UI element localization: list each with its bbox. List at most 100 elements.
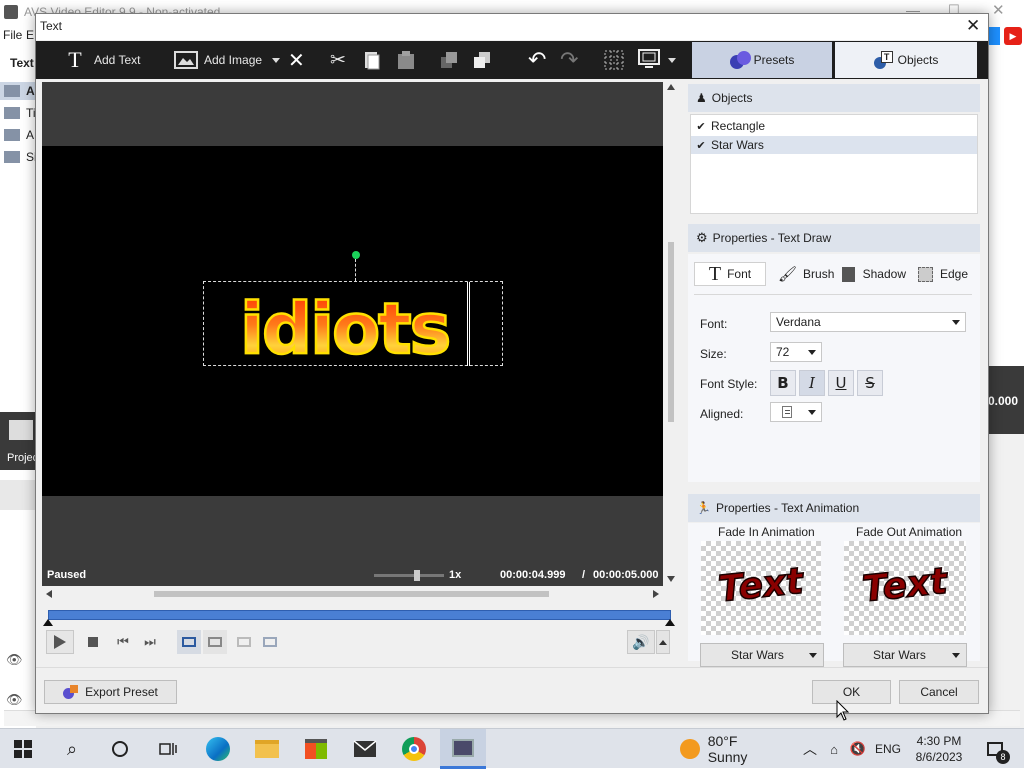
list-item[interactable]: ✔ Rectangle [691,117,977,135]
cortana-icon[interactable] [98,729,142,769]
bg-sidebar-item[interactable]: Ti [0,104,36,122]
bg-menu-file[interactable]: File [3,28,22,42]
grid-icon[interactable] [604,41,628,79]
speed-slider[interactable] [374,570,444,581]
bold-button[interactable]: B [770,370,796,396]
copy-icon[interactable] [363,41,387,79]
mark-in-button[interactable] [177,630,201,654]
aspect-ratio-button[interactable] [638,41,684,79]
undo-icon[interactable]: ↶ [528,41,552,79]
bring-forward-icon[interactable] [439,41,463,79]
previous-frame-button[interactable]: ⏮ [111,630,135,654]
mail-icon[interactable] [343,729,387,769]
objects-section-icon: ♟ [696,91,707,105]
video-canvas[interactable]: idiots [42,146,663,496]
volume-muted-icon[interactable]: 🔇 [848,729,868,769]
italic-button[interactable]: I [799,370,825,396]
close-icon[interactable]: ✕ [966,16,980,36]
language-indicator[interactable]: ENG [872,729,904,769]
export-preset-button[interactable]: Export Preset [44,680,177,704]
property-tab-font[interactable]: T Font [694,262,766,286]
preview-area[interactable]: idiots Paused 1x 00:00:04.999 / 00:00:05… [42,82,663,586]
chevron-up-icon[interactable]: ︿ [800,729,820,769]
tab-presets[interactable]: Presets [692,42,832,78]
task-view-icon[interactable] [146,729,190,769]
fade-out-select[interactable]: Star Wars [843,643,967,667]
clock[interactable]: 4:30 PM 8/6/2023 [910,729,968,769]
redo-icon[interactable]: ↷ [560,41,584,79]
scroll-down-icon[interactable] [667,576,675,582]
add-image-button[interactable]: Add Image [174,41,282,79]
scroll-left-icon[interactable] [46,590,52,598]
add-text-button[interactable]: T Add Text [64,41,144,79]
weather-widget[interactable]: 80°F Sunny [680,729,780,769]
timeline-progress-bar[interactable] [48,610,671,620]
strikethrough-button[interactable]: S [857,370,883,396]
start-button[interactable] [0,729,46,769]
fade-out-preview[interactable]: Text [844,541,966,635]
edge-browser-icon[interactable] [196,729,240,769]
tab-objects[interactable]: T Objects [835,42,977,78]
next-frame-button[interactable]: ⏭ [138,630,162,654]
scroll-right-icon[interactable] [653,590,659,598]
bg-menu-edit[interactable]: E [26,28,34,42]
chrome-icon[interactable] [392,729,436,769]
fade-in-select[interactable]: Star Wars [700,643,824,667]
bg-sidebar-item[interactable]: A [0,82,36,100]
volume-button[interactable]: 🔊 [627,630,655,654]
notifications-button[interactable]: 8 [980,729,1010,769]
scroll-up-icon[interactable] [667,84,675,90]
play-button[interactable] [46,630,74,654]
paste-icon[interactable] [396,41,420,79]
property-tab-shadow[interactable]: Shadow [842,262,906,286]
size-select[interactable]: 72 [770,342,822,362]
search-icon[interactable]: ⌕ [50,729,94,769]
preview-vertical-scrollbar[interactable] [665,82,677,586]
store-icon[interactable] [294,729,338,769]
scroll-thumb[interactable] [668,242,674,422]
mark-out-button[interactable] [203,630,227,654]
cancel-button[interactable]: Cancel [899,680,979,704]
checkmark-icon[interactable]: ✔ [691,120,711,133]
scroll-thumb[interactable] [154,591,549,597]
eye-icon[interactable]: 👁 [6,692,23,708]
snapshot-button[interactable] [258,630,282,654]
list-item[interactable]: ✔ Star Wars [691,136,977,154]
rotation-handle[interactable] [352,251,360,259]
cut-icon[interactable]: ✂ [330,41,354,79]
mark-in-icon [182,637,196,647]
property-tab-brush[interactable]: 🖌 Brush [778,262,838,286]
send-backward-icon[interactable] [472,41,496,79]
volume-dropdown[interactable] [656,630,670,654]
delete-icon[interactable]: ✕ [288,41,310,79]
split-button[interactable] [232,630,256,654]
text-selection-box[interactable]: idiots [203,281,503,367]
file-explorer-icon[interactable] [245,729,289,769]
speed-slider-thumb[interactable] [414,570,420,581]
fade-in-preview[interactable]: Text [701,541,821,635]
objects-section-header: ♟ Objects [688,84,980,112]
shadow-icon [842,266,855,282]
ok-button[interactable]: OK [812,680,891,704]
font-select[interactable]: Verdana [770,312,966,332]
network-icon[interactable]: ⌂ [824,729,844,769]
timeline-end-marker[interactable] [665,619,675,626]
bg-time-fragment: 0.000 [988,394,1019,408]
preview-horizontal-scrollbar[interactable] [42,588,663,600]
bg-sidebar-item[interactable]: Si [0,148,37,166]
timeline-start-marker[interactable] [43,619,53,626]
youtube-icon[interactable]: ▶ [1004,27,1022,45]
bg-close-icon[interactable]: ✕ [992,1,1005,19]
alignment-select[interactable] [770,402,822,422]
bg-project-panel[interactable]: Projec [0,412,38,470]
text-draw-header-label: Properties - Text Draw [712,231,832,245]
chevron-down-icon[interactable] [272,57,281,63]
chevron-down-icon[interactable] [668,57,676,63]
eye-icon[interactable]: 👁 [6,652,23,668]
checkmark-icon[interactable]: ✔ [691,139,711,152]
stop-button[interactable] [81,630,105,654]
property-tab-edge[interactable]: Edge [918,262,976,286]
underline-button[interactable]: U [828,370,854,396]
bg-sidebar-item[interactable]: A [0,126,36,144]
avs-video-editor-taskbar-icon[interactable] [440,729,486,769]
